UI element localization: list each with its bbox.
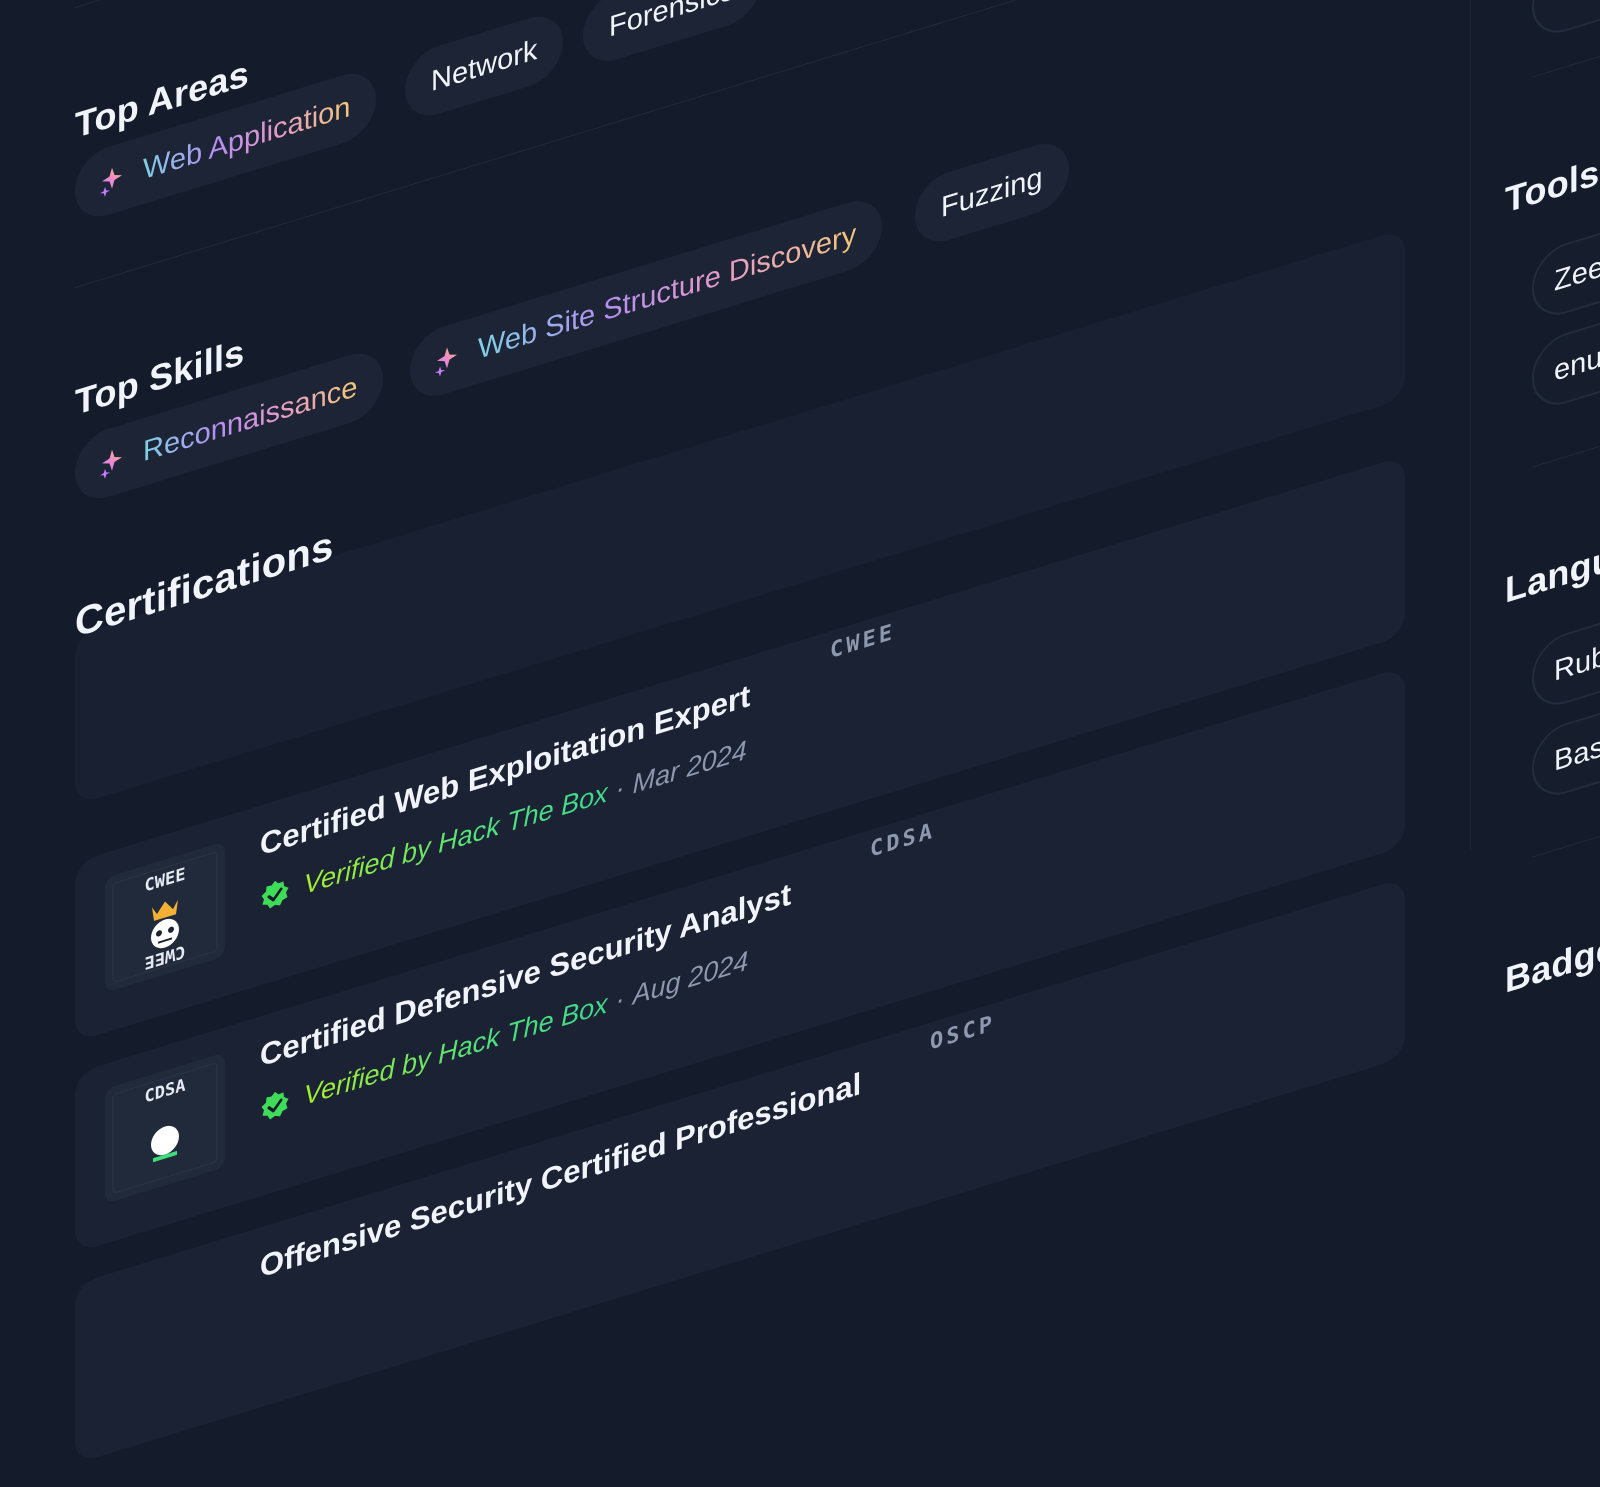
- badges-title: Badges: [1505, 919, 1600, 1001]
- sparkle-icon: [100, 167, 122, 197]
- hack-the-box-badge-icon: CDSA: [105, 1052, 225, 1204]
- language-pill-label: Ruby: [1554, 634, 1600, 688]
- certification-code: OSCP: [930, 1010, 995, 1056]
- column-divider: [1470, 0, 1471, 851]
- badge-text-top: CWEE: [145, 865, 186, 897]
- tool-pill-zeek[interactable]: Zeek: [1532, 192, 1600, 324]
- tool-pill-label: Zeek: [1554, 245, 1600, 298]
- tools-title: Tools: [1505, 151, 1600, 221]
- sidebar-separator: [1532, 436, 1600, 468]
- sparkle-icon: [435, 347, 457, 377]
- profile-stage: Top Areas Web Application Network Forens…: [0, 0, 1600, 1465]
- meta-separator: ·: [615, 772, 625, 805]
- area-pill-label: Network: [431, 33, 538, 98]
- sidebar-separator: [1532, 46, 1600, 78]
- badge-text-top: CDSA: [145, 1075, 186, 1107]
- verified-check-icon: [261, 880, 289, 908]
- hack-the-box-badge-icon: CWEE CWEE: [105, 841, 225, 993]
- skill-pill-web-site-structure-discovery[interactable]: Web Site Structure Discovery: [410, 192, 883, 405]
- tool-pill-label: enum4linux: [1554, 310, 1600, 388]
- area-pill-forensics[interactable]: Forensics: [583, 0, 761, 70]
- certification-code: CWEE: [830, 619, 895, 665]
- sparkle-icon: [100, 449, 122, 479]
- sidebar-pill-placeholder[interactable]: [1532, 0, 1600, 42]
- language-pill-label: Bash: [1554, 725, 1600, 778]
- languages-title: Languages: [1505, 511, 1600, 611]
- certification-code: CDSA: [870, 818, 935, 864]
- area-pill-label: Forensics: [609, 0, 735, 44]
- skill-pill-label: Fuzzing: [941, 160, 1043, 224]
- sidebar-separator: [1532, 826, 1600, 858]
- language-pill-ruby[interactable]: Ruby: [1532, 582, 1600, 714]
- area-pill-network[interactable]: Network: [405, 7, 564, 125]
- certification-date: Mar 2024: [632, 734, 747, 800]
- skill-pill-fuzzing[interactable]: Fuzzing: [915, 135, 1069, 251]
- skill-pill-label: Web Site Structure Discovery: [478, 217, 857, 366]
- meta-separator: ·: [615, 983, 625, 1016]
- verified-check-icon: [261, 1091, 289, 1119]
